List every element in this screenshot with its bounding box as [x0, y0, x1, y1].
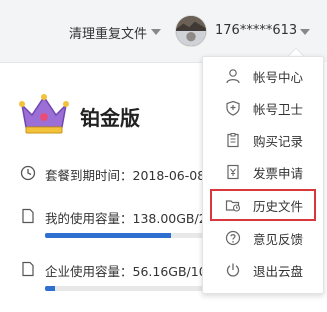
plan-expire-date: 套餐到期时间：2018-06-08 [45, 168, 206, 183]
menu-item-invoice-request[interactable]: 发票申请 [203, 157, 323, 187]
menu-item-label: 帐号卫士 [253, 101, 304, 117]
invoice-icon [227, 164, 239, 180]
user-menu-chevron-icon[interactable] [300, 29, 310, 35]
plan-title: 铂金版 [80, 106, 140, 130]
avatar-image [176, 16, 206, 46]
menu-item-label: 意见反馈 [253, 231, 304, 247]
menu-item-label: 发票申请 [253, 165, 304, 181]
clipboard-icon [227, 133, 239, 148]
menu-item-feedback[interactable]: 意见反馈 [203, 223, 323, 253]
menu-item-account-center[interactable]: 帐号中心 [203, 61, 323, 91]
power-icon [226, 263, 240, 277]
file-icon [22, 261, 34, 277]
my-capacity-bar [45, 233, 205, 238]
menu-item-label: 帐号中心 [253, 69, 304, 85]
question-icon [225, 230, 241, 246]
history-folder-icon [225, 200, 241, 212]
file-icon [22, 208, 34, 224]
my-capacity-label: 我的使用容量：138.00GB/2 [45, 211, 207, 226]
enterprise-capacity-bar-fill [45, 286, 55, 291]
cleanup-duplicates-button[interactable]: 清理重复文件 [69, 23, 162, 42]
avatar[interactable] [175, 15, 207, 47]
menu-item-account-guard[interactable]: 帐号卫士 [203, 93, 323, 123]
menu-item-label: 历史文件 [253, 198, 304, 214]
menu-item-label: 退出云盘 [253, 263, 304, 279]
shield-icon [226, 100, 240, 116]
menu-item-label: 购买记录 [253, 133, 304, 149]
chevron-down-icon [151, 29, 162, 35]
menu-item-logout[interactable]: 退出云盘 [203, 255, 323, 285]
username[interactable]: 176*****613 [215, 23, 297, 38]
menu-item-history-files[interactable]: 历史文件 [210, 189, 316, 221]
cleanup-duplicates-label: 清理重复文件 [69, 26, 148, 42]
crown-icon [19, 94, 69, 134]
menu-item-purchase-records[interactable]: 购买记录 [203, 125, 323, 155]
user-dropdown-menu: 帐号中心 帐号卫士 购买记录 发票申请 历史文件 意见反馈 退出云盘 [202, 56, 324, 294]
user-icon [226, 69, 240, 84]
clock-icon [20, 165, 36, 181]
enterprise-capacity-bar [45, 286, 205, 291]
my-capacity-bar-fill [45, 233, 172, 238]
enterprise-capacity-label: 企业使用容量：56.16GB/10 [45, 264, 207, 279]
